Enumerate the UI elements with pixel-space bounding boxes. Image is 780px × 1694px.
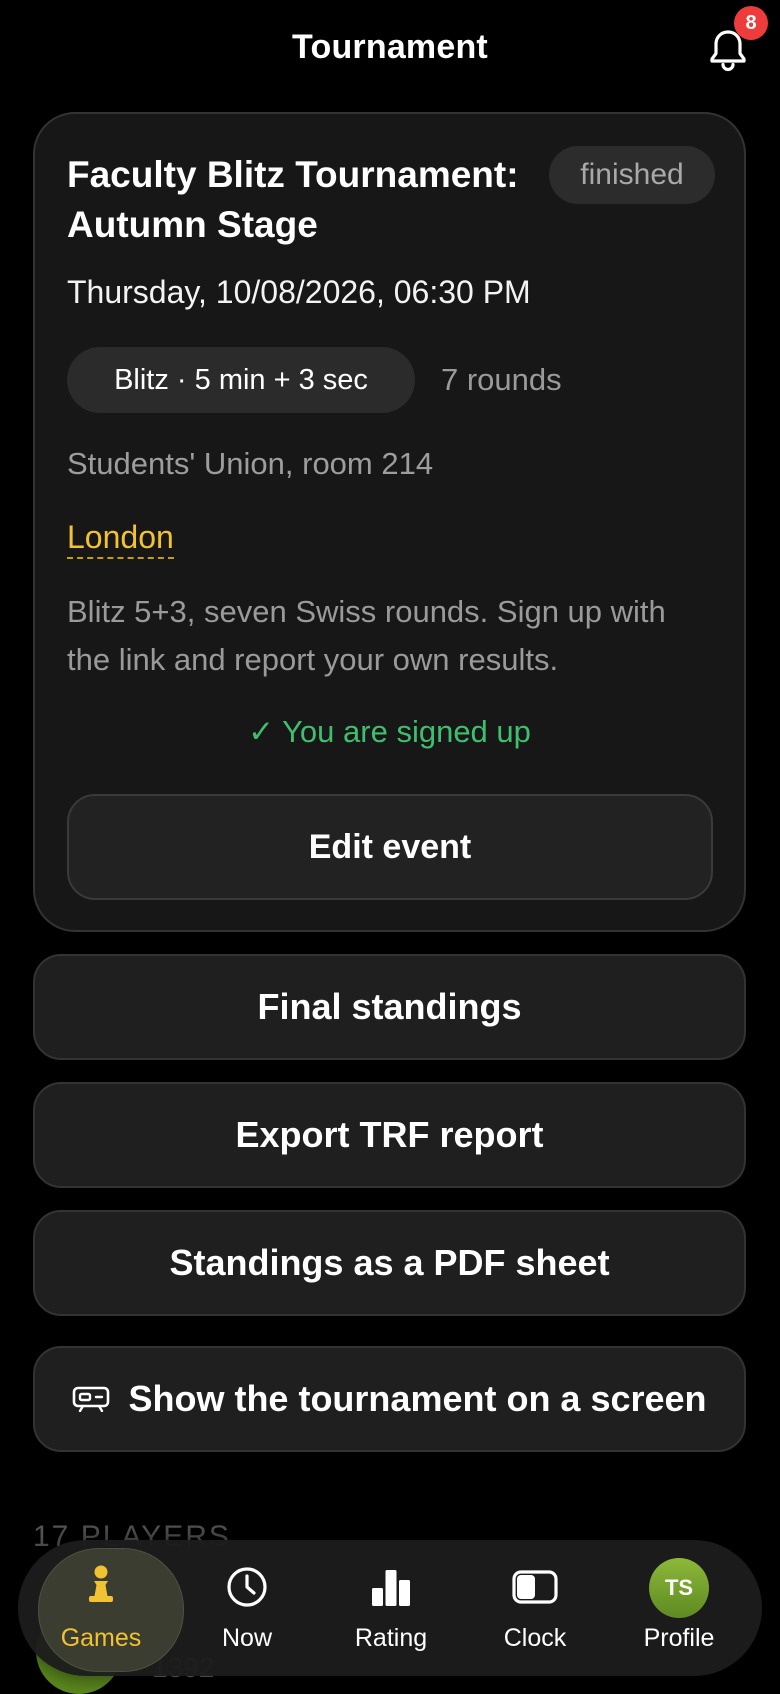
notification-badge: 8 <box>734 6 768 40</box>
tab-profile[interactable]: TS Profile <box>606 1540 752 1676</box>
rounds-count: 7 rounds <box>441 362 562 397</box>
city-link[interactable]: London <box>67 519 174 559</box>
tab-games[interactable]: Games <box>28 1540 184 1676</box>
event-title: Faculty Blitz Tournament: Autumn Stage <box>67 154 519 245</box>
pdf-sheet-button[interactable]: Standings as a PDF sheet <box>33 1210 746 1316</box>
bottom-tab-bar: Games Now Rating Clock TS Profile <box>18 1540 762 1676</box>
event-description: Blitz 5+3, seven Swiss rounds. Sign up w… <box>67 594 666 677</box>
show-on-screen-label: Show the tournament on a screen <box>128 1378 707 1419</box>
page-title: Tournament <box>292 28 488 66</box>
event-card: Faculty Blitz Tournament: Autumn Stage f… <box>33 112 746 932</box>
edit-event-button[interactable]: Edit event <box>67 794 713 900</box>
tab-clock-label: Clock <box>503 1624 567 1652</box>
pawn-icon <box>89 1565 113 1602</box>
export-trf-button[interactable]: Export TRF report <box>33 1082 746 1188</box>
top-bar: Tournament 8 <box>0 0 780 100</box>
tab-rating[interactable]: Rating <box>318 1540 464 1676</box>
tab-now[interactable]: Now <box>174 1540 320 1676</box>
event-datetime: Thursday, 10/08/2026, 06:30 PM <box>67 274 531 310</box>
bar-chart-icon <box>372 1570 410 1606</box>
tab-now-label: Now <box>221 1624 272 1652</box>
tab-rating-label: Rating <box>354 1624 428 1652</box>
screen-icon <box>73 1386 110 1412</box>
chess-clock-icon <box>512 1570 558 1604</box>
final-standings-button[interactable]: Final standings <box>33 954 746 1060</box>
tab-games-label: Games <box>60 1624 142 1652</box>
event-venue: Students' Union, room 214 <box>67 446 434 481</box>
signup-status: ✓ You are signed up <box>248 714 531 749</box>
clock-icon <box>227 1567 267 1607</box>
status-badge: finished <box>549 146 715 204</box>
time-control-chip: Blitz · 5 min + 3 sec <box>67 347 415 413</box>
show-on-screen-button[interactable]: Show the tournament on a screen <box>33 1346 746 1452</box>
tab-clock[interactable]: Clock <box>462 1540 608 1676</box>
avatar: TS <box>649 1558 709 1618</box>
tab-profile-label: Profile <box>643 1624 715 1652</box>
